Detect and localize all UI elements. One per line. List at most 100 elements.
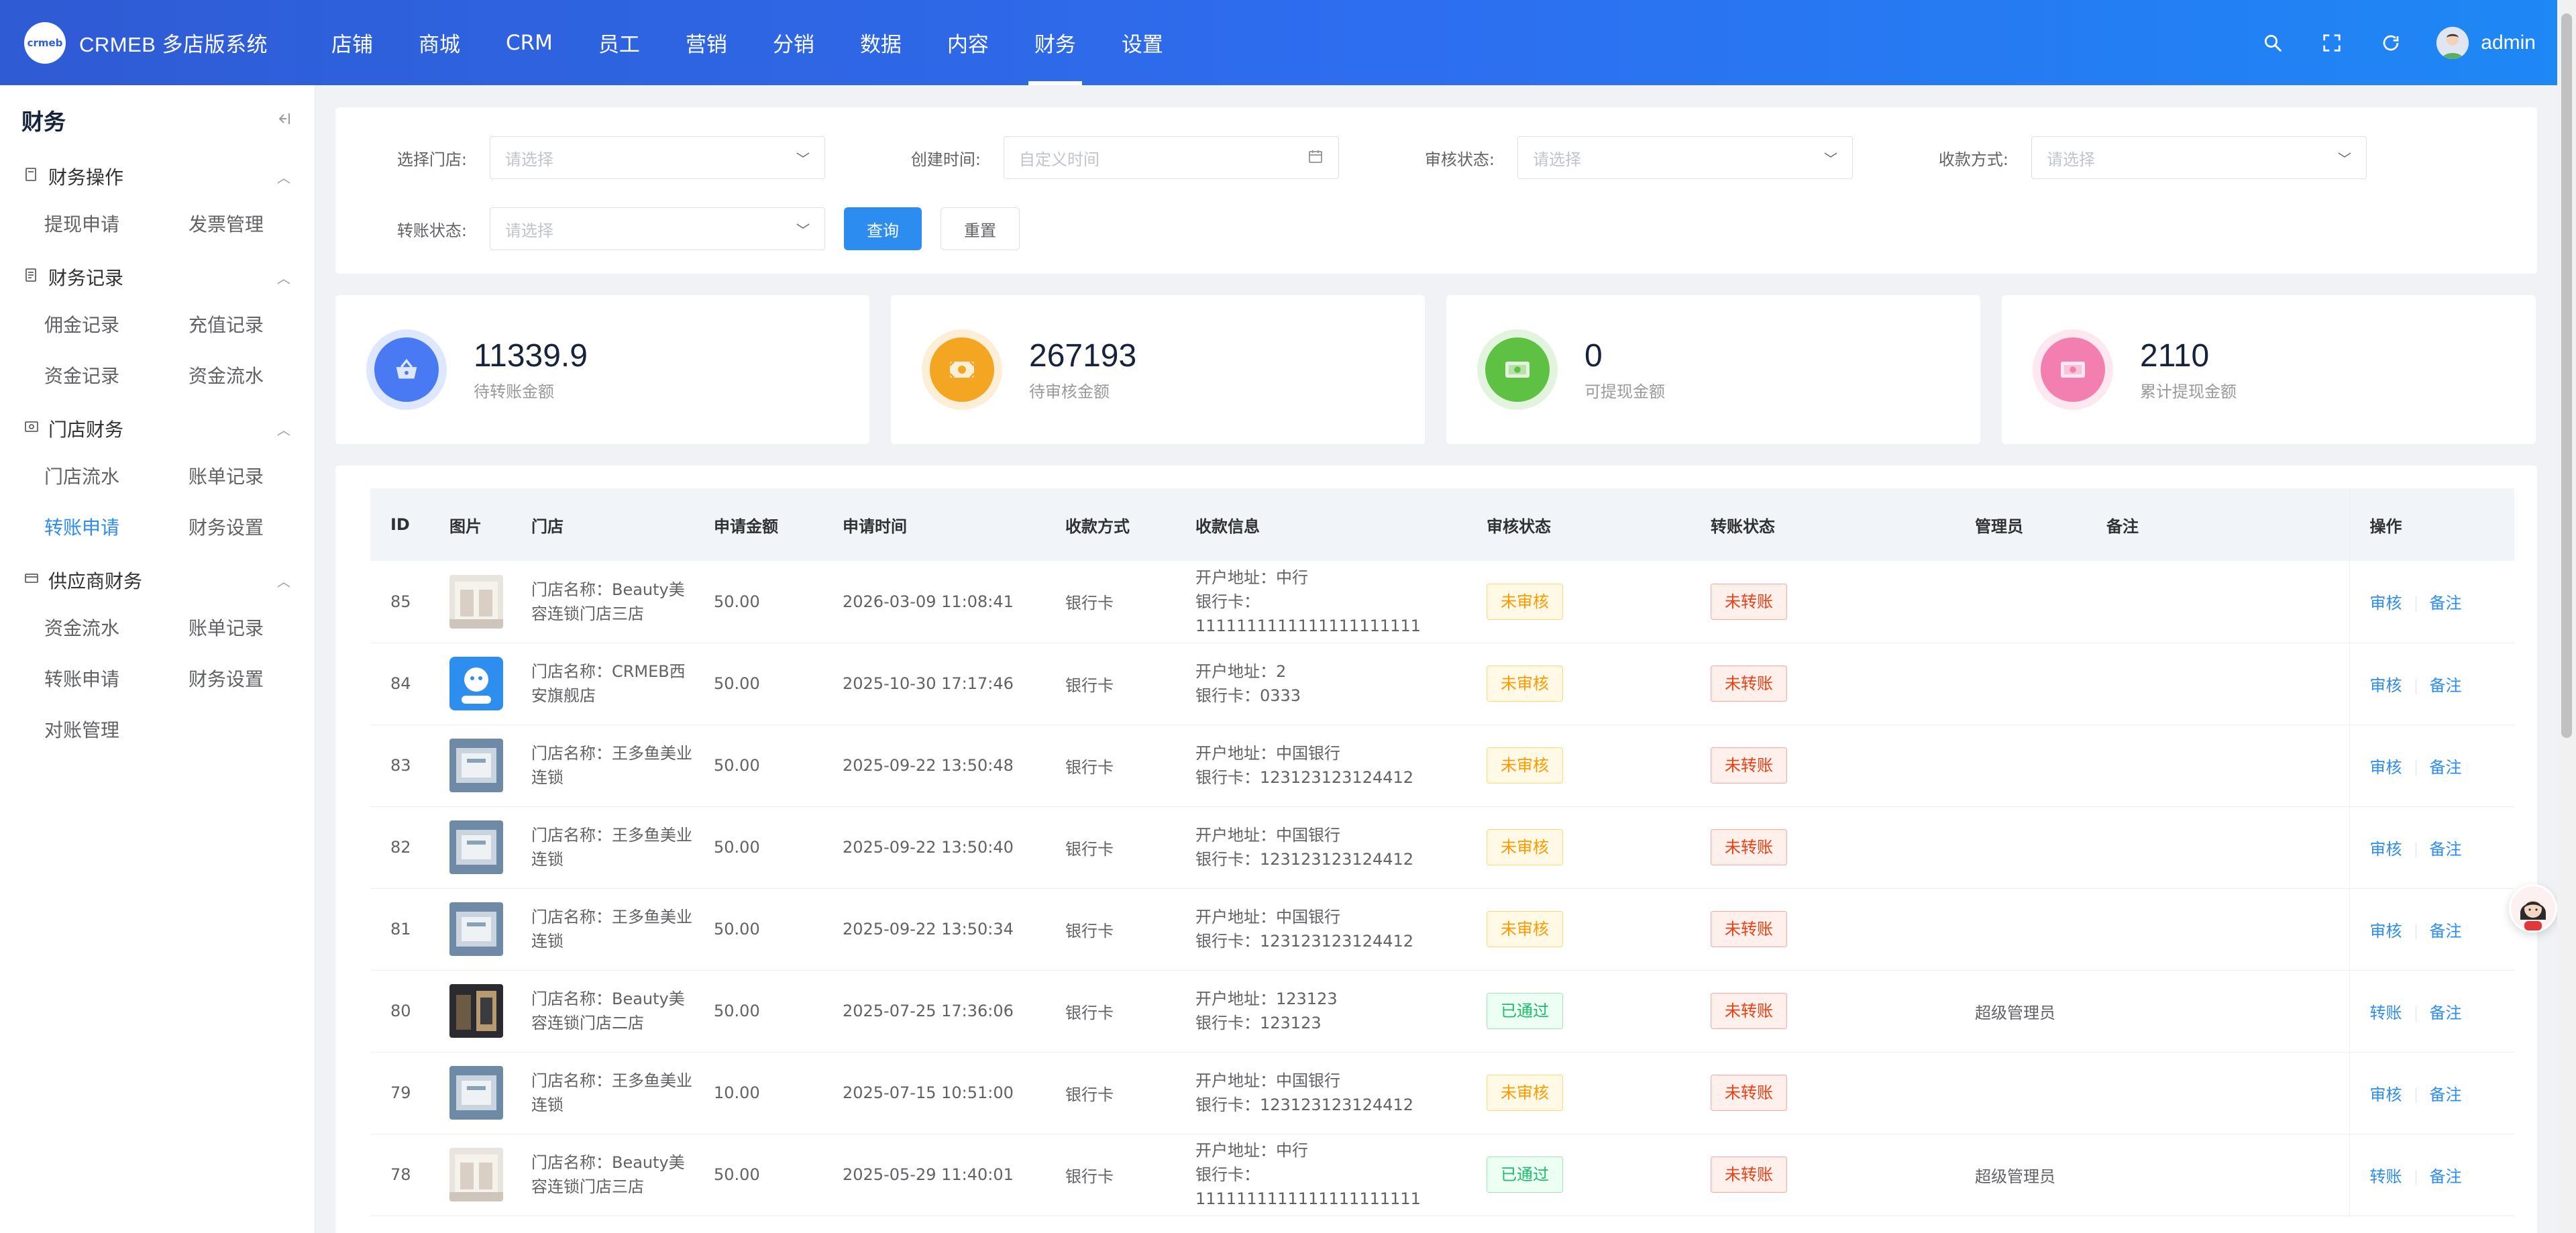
primary-action-link[interactable]: 审核 [2370, 1085, 2402, 1104]
sidebar-item-supplier-settings[interactable]: 财务设置 [189, 653, 333, 704]
placeholder: 请选择 [505, 150, 553, 169]
store-thumbnail[interactable] [449, 902, 503, 956]
sidebar-item-reconciliation[interactable]: 对账管理 [44, 704, 189, 755]
filter-label: 审核状态: [1424, 150, 1495, 169]
remark-link[interactable]: 备注 [2430, 676, 2462, 695]
group-head-finance-ops[interactable]: 财务操作 ︿ [0, 155, 315, 198]
nav-item-data[interactable]: 数据 [837, 0, 924, 85]
cell-admin [1955, 561, 2086, 643]
nav-item-staff[interactable]: 员工 [576, 0, 663, 85]
nav-item-crm[interactable]: CRM [483, 0, 576, 85]
cell-remark [2086, 1134, 2349, 1216]
audit-status-badge: 已通过 [1487, 1157, 1563, 1193]
sidebar-item-store-flow[interactable]: 门店流水 [44, 450, 189, 501]
primary-action-link[interactable]: 转账 [2370, 1004, 2402, 1022]
store-thumbnail[interactable] [449, 1148, 503, 1201]
placeholder: 自定义时间 [1019, 150, 1099, 169]
cell-store: 门店名称：Beauty美容连锁门店二店 [511, 970, 694, 1053]
primary-action-link[interactable]: 审核 [2370, 840, 2402, 859]
store-thumbnail[interactable] [449, 820, 503, 874]
sidebar-item-bill-record[interactable]: 账单记录 [189, 450, 333, 501]
nav-item-settings[interactable]: 设置 [1099, 0, 1186, 85]
sidebar-item-commission[interactable]: 佣金记录 [44, 299, 189, 350]
remark-link[interactable]: 备注 [2430, 922, 2462, 941]
nav-item-distribution[interactable]: 分销 [750, 0, 837, 85]
group-head-supplier-finance[interactable]: 供应商财务 ︿ [0, 559, 315, 602]
cell-image [429, 725, 511, 807]
fullscreen-icon[interactable] [2318, 30, 2345, 56]
remark-link[interactable]: 备注 [2430, 758, 2462, 777]
transfer-status-select[interactable]: 请选择 ﹀ [490, 207, 825, 250]
store-thumbnail[interactable] [449, 1066, 503, 1120]
top-navbar: crmeb CRMEB 多店版系统 店铺 商城 CRM 员工 营销 分销 数据 … [0, 0, 2576, 85]
search-icon[interactable] [2259, 30, 2286, 56]
store-thumbnail[interactable] [449, 574, 503, 629]
store-thumbnail[interactable] [449, 984, 503, 1038]
sidebar-item-supplier-fund-flow[interactable]: 资金流水 [44, 602, 189, 653]
logo-text: crmeb [27, 36, 63, 49]
remark-link[interactable]: 备注 [2430, 840, 2462, 859]
filter-row: 转账状态: 请选择 ﹀ 查询 重置 [335, 207, 2537, 251]
stat-card-withdrawable: 0 可提现金额 [1446, 295, 1980, 444]
sidebar-item-fund-record[interactable]: 资金记录 [44, 350, 189, 400]
primary-action-link[interactable]: 审核 [2370, 922, 2402, 941]
stat-card-pending-transfer: 11339.9 待转账金额 [335, 295, 869, 444]
sidebar-item-transfer-request[interactable]: 转账申请 [44, 501, 189, 552]
store-name: 门店名称：Beauty美容连锁门店三店 [531, 580, 685, 623]
remark-link[interactable]: 备注 [2430, 1167, 2462, 1186]
cell-info: 开户地址：中行 银行卡：1111111111111111111111 [1175, 1134, 1466, 1216]
nav-item-finance[interactable]: 财务 [1012, 0, 1099, 85]
sidebar-item-invoice[interactable]: 发票管理 [189, 198, 333, 249]
scrollbar-thumb[interactable] [2561, 13, 2572, 738]
customer-service-avatar[interactable] [2509, 884, 2557, 932]
nav-item-mall[interactable]: 商城 [396, 0, 483, 85]
group-head-store-finance[interactable]: 门店财务 ︿ [0, 407, 315, 450]
reset-button[interactable]: 重置 [941, 207, 1020, 250]
audit-status-select[interactable]: 请选择 ﹀ [1517, 136, 1853, 179]
transfer-table: ID 图片 门店 申请金额 申请时间 收款方式 收款信息 审核状态 转账状态 管… [370, 488, 2514, 1216]
transfer-status-badge: 未转账 [1711, 665, 1787, 702]
main-nav: 店铺 商城 CRM 员工 营销 分销 数据 内容 财务 设置 [309, 0, 1186, 85]
primary-action-link[interactable]: 审核 [2370, 676, 2402, 695]
sidebar-item-withdraw-request[interactable]: 提现申请 [44, 198, 189, 249]
user-menu[interactable]: admin [2436, 26, 2536, 59]
sidebar: 财务 财务操作 ︿ 提现申请 发票管理 财务记录 ︿ 佣金记录 充值记录 资金记… [0, 85, 315, 1233]
brand[interactable]: crmeb CRMEB 多店版系统 [0, 21, 309, 64]
cell-admin: 超级管理员 [1955, 970, 2086, 1053]
cell-admin: 超级管理员 [1955, 1134, 2086, 1216]
query-button[interactable]: 查询 [844, 207, 922, 250]
primary-action-link[interactable]: 审核 [2370, 594, 2402, 612]
remark-link[interactable]: 备注 [2430, 1004, 2462, 1022]
sidebar-item-recharge[interactable]: 充值记录 [189, 299, 333, 350]
sidebar-item-supplier-bill-record[interactable]: 账单记录 [189, 602, 333, 653]
cell-admin [1955, 806, 2086, 889]
primary-action-link[interactable]: 审核 [2370, 758, 2402, 777]
calendar-icon [1307, 148, 1324, 168]
transfer-status-badge: 未转账 [1711, 829, 1787, 865]
cell-actions: 审核 备注 [2349, 1052, 2514, 1134]
sidebar-item-supplier-transfer[interactable]: 转账申请 [44, 653, 189, 704]
cell-image [429, 806, 511, 889]
card-icon [24, 572, 44, 589]
group-head-finance-records[interactable]: 财务记录 ︿ [0, 256, 315, 299]
cell-image [429, 1052, 511, 1134]
store-thumbnail[interactable] [449, 657, 503, 710]
sidebar-item-fund-flow[interactable]: 资金流水 [189, 350, 333, 400]
date-range-picker[interactable]: 自定义时间 [1004, 136, 1339, 179]
vertical-scrollbar[interactable] [2557, 0, 2576, 1233]
cell-info: 开户地址：中行 银行卡：1111111111111111111111 [1175, 561, 1466, 643]
sidebar-item-finance-settings[interactable]: 财务设置 [189, 501, 333, 552]
payment-method-select[interactable]: 请选择 ﹀ [2031, 136, 2367, 179]
primary-action-link[interactable]: 转账 [2370, 1167, 2402, 1186]
nav-item-marketing[interactable]: 营销 [663, 0, 750, 85]
collapse-icon[interactable] [274, 109, 293, 131]
store-select[interactable]: 请选择 ﹀ [490, 136, 825, 179]
store-thumbnail[interactable] [449, 739, 503, 792]
remark-link[interactable]: 备注 [2430, 1085, 2462, 1104]
nav-item-content[interactable]: 内容 [924, 0, 1012, 85]
refresh-icon[interactable] [2377, 30, 2404, 56]
bank-address: 开户地址：中国银行 [1195, 908, 1340, 926]
audit-status-badge: 未审核 [1487, 583, 1563, 620]
remark-link[interactable]: 备注 [2430, 594, 2462, 612]
nav-item-shop[interactable]: 店铺 [309, 0, 396, 85]
